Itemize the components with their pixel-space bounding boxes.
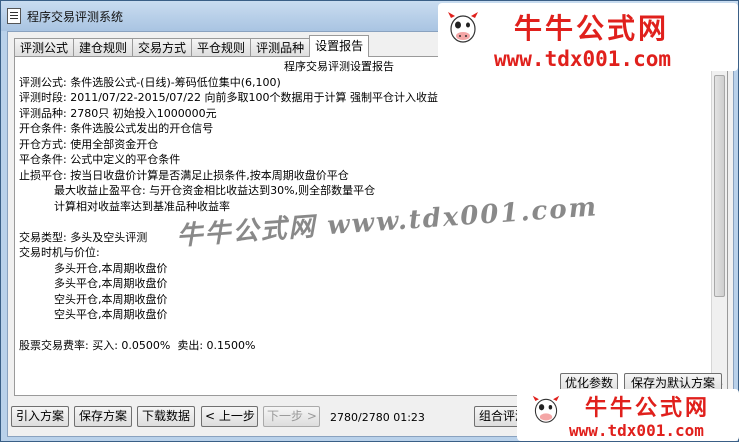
report-line: 平仓条件: 公式中定义的平仓条件: [19, 153, 181, 166]
progress-status: 2780/2780 01:23: [330, 411, 425, 424]
watermark-url: www.tdx001.com: [494, 47, 672, 71]
tab-trade-mode[interactable]: 交易方式: [132, 38, 193, 57]
top-watermark: 牛牛公式网 www.tdx001.com: [438, 3, 738, 71]
report-line: 空头平仓,本周期收盘价: [19, 308, 168, 321]
report-line: 最大收益止盈平仓: 与开仓资金相比收益达到30%,则全部数量平仓: [19, 184, 376, 197]
report-line: 交易时机与价位:: [19, 246, 100, 259]
report-line: 评测品种: 2780只 初始投入1000000元: [19, 106, 217, 120]
watermark-brand: 牛牛公式网: [514, 12, 670, 45]
scroll-thumb[interactable]: [714, 75, 725, 297]
report-line: 开仓条件: 条件选股公式发出的开仓信号: [19, 122, 214, 135]
report-line: 评测公式: 条件选股公式-(日线)-筹码低位集中(6,100): [19, 75, 281, 89]
previous-step-button[interactable]: < 上一步: [201, 406, 258, 427]
report-line: 止损平仓: 按当日收盘价计算是否满足止损条件,按本周期收盘价平仓: [19, 168, 349, 182]
app-window: 程序交易评测系统 ✕ 评测公式 建仓规则 交易方式 平仓规则 评测品种 设置报告…: [0, 0, 739, 442]
window-title: 程序交易评测系统: [27, 10, 124, 24]
save-plan-button[interactable]: 保存方案: [74, 406, 132, 427]
app-document-icon: [7, 8, 21, 24]
report-line: 开仓方式: 使用全部资金开仓: [19, 137, 159, 151]
tab-formula[interactable]: 评测公式: [14, 38, 75, 57]
report-line: 评测时段: 2011/07/22-2015/07/22 向前多取100个数据用于…: [19, 91, 438, 104]
cow-mascot-icon: [448, 12, 478, 43]
cow-mascot-icon: [532, 395, 560, 423]
report-line: ​: [19, 323, 709, 339]
tab-strip: 评测公式 建仓规则 交易方式 平仓规则 评测品种 设置报告: [14, 35, 370, 57]
tab-instruments[interactable]: 评测品种: [250, 38, 311, 57]
tab-settings-report[interactable]: 设置报告: [309, 35, 370, 57]
tab-open-rules[interactable]: 建仓规则: [73, 38, 134, 57]
next-step-button: 下一步 >: [263, 406, 320, 427]
import-plan-button[interactable]: 引入方案: [11, 406, 69, 427]
watermark-brand: 牛牛公式网: [585, 395, 711, 421]
vertical-scrollbar[interactable]: ▲ ▼: [711, 57, 727, 395]
tab-close-rules[interactable]: 平仓规则: [191, 38, 252, 57]
report-line: 多头平仓,本周期收盘价: [19, 277, 168, 290]
download-data-button[interactable]: 下载数据: [137, 406, 195, 427]
report-line: 股票交易费率: 买入: 0.0500% 卖出: 0.1500%: [19, 339, 256, 352]
watermark-url: www.tdx001.com: [569, 421, 704, 440]
report-line: 多头开仓,本周期收盘价: [19, 261, 168, 275]
report-line: 空头开仓,本周期收盘价: [19, 292, 168, 306]
bottom-watermark: 牛牛公式网 www.tdx001.com: [517, 389, 739, 441]
